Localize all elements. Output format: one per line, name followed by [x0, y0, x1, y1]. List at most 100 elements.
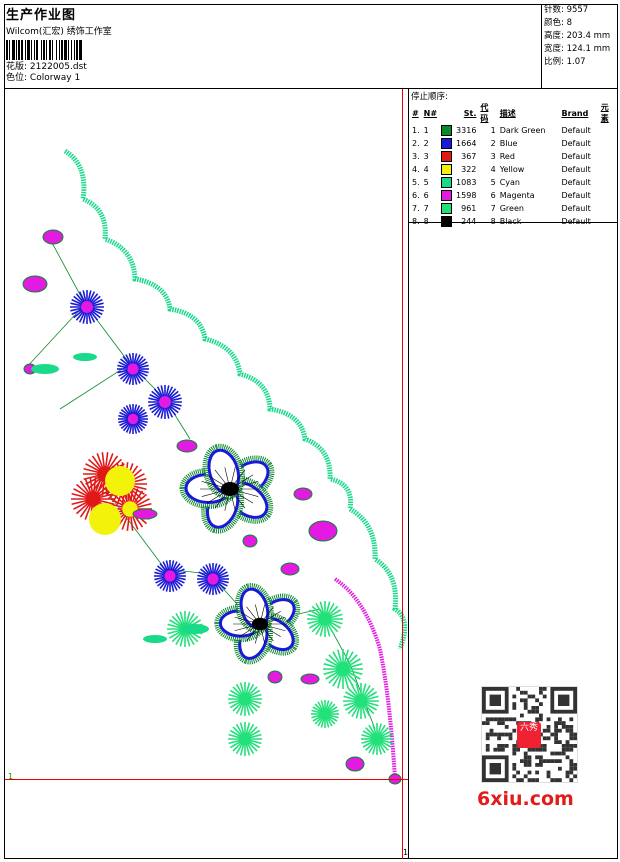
qr-module	[512, 706, 517, 710]
qr-module	[501, 721, 505, 725]
qr-module	[569, 736, 574, 741]
qr-module	[520, 690, 524, 695]
row-code: 3	[490, 152, 496, 161]
qr-module	[539, 755, 543, 760]
qr-module	[489, 732, 494, 737]
watermark-stamp: 六秀	[517, 722, 541, 748]
thread-row: 5. 5 1083 5 Cyan Default	[410, 176, 618, 189]
flower-center	[164, 570, 176, 582]
qr-module	[569, 770, 574, 775]
color-swatch	[441, 190, 453, 201]
qr-module	[527, 763, 532, 767]
row-code: 6	[490, 191, 496, 200]
stat-width: 宽度: 124.1 mm	[544, 44, 611, 54]
row-swatch	[439, 202, 454, 215]
row-element	[593, 137, 618, 150]
qr-module	[508, 736, 513, 741]
row-desc: Cyan	[499, 178, 520, 187]
row-brand: Default	[561, 165, 591, 174]
qr-finder	[558, 694, 570, 706]
qr-module	[554, 732, 558, 737]
qr-module	[497, 747, 501, 752]
qr-module	[573, 766, 577, 771]
qr-module	[512, 751, 517, 756]
qr-module	[558, 721, 562, 725]
qr-module	[520, 698, 524, 703]
qr-module	[558, 766, 562, 771]
bud	[176, 439, 198, 453]
bud	[308, 520, 338, 542]
row-needle: 4	[423, 165, 429, 174]
embroidery-design	[22, 148, 408, 785]
qr-module	[565, 728, 570, 733]
qr-module	[546, 759, 551, 763]
row-stitches: 367	[461, 152, 477, 161]
row-swatch	[439, 215, 454, 228]
qr-module	[542, 687, 547, 691]
qr-module	[527, 778, 532, 782]
qr-module	[550, 778, 555, 782]
qr-module	[485, 736, 490, 741]
qr-module	[573, 736, 577, 741]
bud	[345, 756, 365, 772]
qr-module	[531, 706, 536, 710]
qr-module	[497, 721, 501, 725]
qr-module	[569, 766, 574, 771]
row-stitches: 1664	[456, 139, 477, 148]
thread-row: 3. 3 367 3 Red Default	[410, 150, 618, 163]
row-stitches: 961	[461, 204, 477, 213]
qr-module	[535, 755, 539, 760]
flower-center	[239, 733, 251, 745]
qr-module	[523, 706, 528, 710]
thread-row: 7. 7 961 7 Green Default	[410, 202, 618, 215]
flower-center	[81, 301, 93, 313]
color-swatch	[441, 151, 453, 162]
row-swatch	[439, 176, 454, 189]
qr-module	[573, 732, 577, 737]
row-index: 8.	[412, 217, 420, 226]
qr-module	[558, 759, 562, 763]
flower-center	[127, 363, 139, 375]
qr-module	[569, 778, 574, 782]
stat-stitches: 针数: 9557	[544, 5, 589, 15]
bud	[300, 673, 320, 685]
row-desc: Green	[499, 204, 524, 213]
qr-module	[531, 778, 536, 782]
qr-module	[542, 759, 547, 763]
qr-module	[546, 770, 551, 775]
row-code: 7	[490, 204, 496, 213]
row-swatch	[439, 137, 454, 150]
qr-module	[520, 713, 524, 718]
row-element	[593, 176, 618, 189]
qr-module	[516, 687, 520, 691]
row-desc: Red	[499, 152, 515, 161]
flower-center	[318, 612, 332, 626]
qr-module	[527, 747, 532, 752]
qr-module	[546, 774, 551, 779]
col-desc: 描述	[499, 108, 516, 118]
colorway-value: Colorway 1	[29, 73, 81, 83]
thread-row: 6. 6 1598 6 Magenta Default	[410, 189, 618, 202]
qr-module	[535, 747, 539, 752]
qr-module	[554, 721, 558, 725]
qr-module	[493, 747, 498, 752]
qr-module	[539, 702, 543, 706]
row-needle: 2	[423, 139, 429, 148]
row-index: 7.	[412, 204, 420, 213]
stat-height: 高度: 203.4 mm	[544, 31, 611, 41]
row-stitches: 1598	[456, 191, 477, 200]
flower-center	[159, 396, 171, 408]
qr-module	[569, 728, 574, 733]
qr-module	[535, 706, 539, 710]
qr-module	[512, 763, 517, 767]
row-element	[593, 215, 618, 228]
row-code: 5	[490, 178, 496, 187]
qr-module	[512, 774, 517, 779]
watermark-site: 6xiu.com	[477, 788, 574, 810]
qr-module	[489, 728, 494, 733]
guide-line-vertical	[402, 89, 403, 859]
row-element	[593, 124, 618, 137]
qr-module	[497, 744, 501, 748]
lace-edge	[63, 148, 408, 650]
qr-module	[554, 751, 558, 756]
